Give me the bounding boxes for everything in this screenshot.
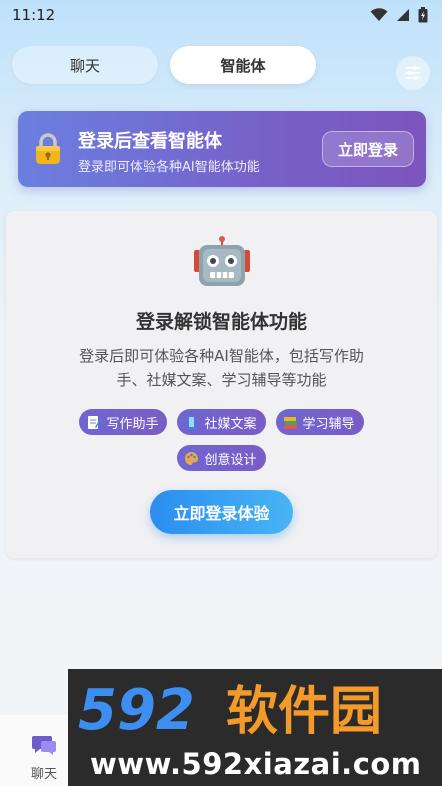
memo-icon xyxy=(88,415,102,429)
tag-label: 学习辅导 xyxy=(302,416,355,432)
filter-settings-button[interactable] xyxy=(396,56,430,90)
watermark-logo: 592 软件园 xyxy=(78,678,382,741)
books-icon xyxy=(283,416,297,429)
tab-bar: 聊天 智能体 xyxy=(12,46,316,84)
watermark-overlay: 592 软件园 www.592xiazai.com xyxy=(68,669,442,786)
tag-label: 写作助手 xyxy=(106,416,159,432)
sliders-icon xyxy=(405,66,421,80)
cell-signal-icon xyxy=(397,9,409,21)
banner-subtitle: 登录即可体验各种AI智能体功能 xyxy=(78,160,260,175)
login-banner: 登录后查看智能体 登录即可体验各种AI智能体功能 立即登录 xyxy=(18,111,426,187)
status-time: 11:12 xyxy=(12,6,56,24)
status-icons xyxy=(370,7,428,23)
unlock-agents-card: 登录解锁智能体功能 登录后即可体验各种AI智能体，包括写作助手、社媒文案、学习辅… xyxy=(6,211,437,558)
watermark-url: www.592xiazai.com xyxy=(90,747,422,781)
chat-bubbles-icon xyxy=(32,736,56,755)
svg-text:软件园: 软件园 xyxy=(226,682,382,741)
tag-study-tutoring[interactable]: 学习辅导 xyxy=(275,409,364,435)
card-description: 登录后即可体验各种AI智能体，包括写作助手、社媒文案、学习辅导等功能 xyxy=(79,347,364,389)
robot-icon xyxy=(194,236,250,286)
svg-text:592: 592 xyxy=(78,678,195,741)
status-bar: 11:12 xyxy=(0,0,442,30)
tag-social-copy[interactable]: 社媒文案 xyxy=(177,409,266,435)
battery-icon xyxy=(418,7,428,23)
tag-creative-design[interactable]: 创意设计 xyxy=(177,445,266,471)
banner-title: 登录后查看智能体 xyxy=(78,131,222,152)
feature-tags: 写作助手 社媒文案 学习辅导 创意设计 xyxy=(56,409,387,471)
nav-chat[interactable]: 聊天 xyxy=(18,733,70,782)
login-experience-button[interactable]: 立即登录体验 xyxy=(150,490,293,534)
phone-icon xyxy=(188,415,196,429)
tag-writing-assistant[interactable]: 写作助手 xyxy=(79,409,168,435)
lock-icon xyxy=(36,133,60,164)
tab-chat-label: 聊天 xyxy=(69,56,100,75)
tab-agents-label: 智能体 xyxy=(220,56,266,75)
card-title: 登录解锁智能体功能 xyxy=(135,311,307,333)
nav-chat-label: 聊天 xyxy=(30,767,57,782)
wifi-icon xyxy=(370,8,388,21)
tag-label: 社媒文案 xyxy=(204,416,257,432)
login-now-button[interactable]: 立即登录 xyxy=(322,131,414,167)
tab-chat[interactable]: 聊天 xyxy=(12,46,158,84)
tag-label: 创意设计 xyxy=(204,452,257,468)
palette-icon xyxy=(185,451,199,465)
tab-agents[interactable]: 智能体 xyxy=(170,46,316,84)
